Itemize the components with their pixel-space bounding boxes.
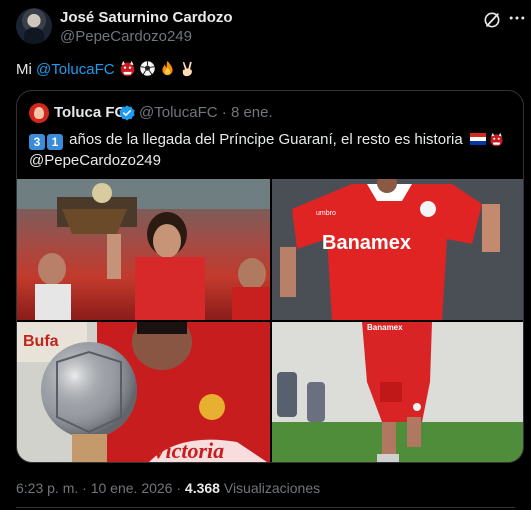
keycap-1-emoji: 1 bbox=[47, 134, 63, 150]
photo-player-jersey[interactable]: Banamex umbro bbox=[272, 179, 523, 320]
meta-separator-2: · bbox=[172, 480, 185, 496]
author-display-name[interactable]: José Saturnino Cardozo bbox=[60, 9, 233, 26]
soccer-ball-emoji bbox=[140, 61, 155, 76]
photo-golden-ball-kiss[interactable]: Bufa Victoria bbox=[17, 322, 270, 463]
ogre-emoji bbox=[120, 60, 135, 77]
grok-icon[interactable] bbox=[482, 10, 502, 30]
post-meta: 6:23 p. m. · 10 ene. 2026 · 4.368 Visual… bbox=[16, 480, 320, 496]
post-time[interactable]: 6:23 p. m. bbox=[16, 480, 78, 496]
quoted-author-meta: @TolucaFC · 8 ene. bbox=[139, 104, 273, 121]
post-text: Mi @TolucaFC bbox=[16, 60, 199, 80]
quoted-post-card[interactable]: Toluca FC @TolucaFC · 8 ene. 31 años de … bbox=[16, 90, 524, 463]
victory-hand-emoji bbox=[182, 61, 192, 77]
jersey-sponsor-text: Victoria bbox=[152, 438, 224, 463]
ogre-emoji bbox=[490, 132, 503, 147]
post-date[interactable]: 10 ene. 2026 bbox=[91, 480, 173, 496]
photo-trophy-celebration[interactable] bbox=[17, 179, 270, 320]
meta-separator: · bbox=[78, 480, 91, 496]
tweet: José Saturnino Cardozo @PepeCardozo249 M… bbox=[0, 0, 531, 510]
divider bbox=[16, 507, 515, 508]
photo-running-illustration: Banamex bbox=[272, 322, 523, 462]
post-mention-link[interactable]: @TolucaFC bbox=[36, 61, 115, 78]
keycap-3-emoji: 3 bbox=[29, 134, 45, 150]
author-handle[interactable]: @PepeCardozo249 bbox=[60, 28, 192, 45]
verified-badge-icon bbox=[119, 105, 135, 121]
jersey-sponsor-text: Banamex bbox=[322, 232, 411, 254]
quoted-author-handle[interactable]: @TolucaFC bbox=[139, 104, 218, 121]
quoted-mention-text[interactable]: @PepeCardozo249 bbox=[29, 152, 161, 169]
quoted-author-name[interactable]: Toluca FC bbox=[54, 104, 125, 121]
quoted-date[interactable]: 8 ene. bbox=[231, 104, 273, 121]
jersey-sponsor-text: Banamex bbox=[367, 323, 403, 332]
photo-jersey-illustration: Banamex umbro bbox=[272, 179, 523, 320]
views-label: Visualizaciones bbox=[219, 480, 321, 496]
background-sign-text: Bufa bbox=[23, 333, 59, 350]
photo-grid: Banamex umbro Bufa Victoria Banamex bbox=[17, 179, 523, 463]
quoted-post-text: 31 años de la llegada del Príncipe Guara… bbox=[29, 129, 509, 171]
quoted-separator: · bbox=[217, 104, 231, 121]
more-options-icon[interactable] bbox=[507, 8, 527, 28]
views-count[interactable]: 4.368 bbox=[185, 480, 220, 496]
fire-emoji bbox=[162, 60, 173, 76]
photo-ball-illustration: Bufa Victoria bbox=[17, 322, 270, 463]
quoted-author-avatar[interactable] bbox=[29, 103, 49, 123]
photo-trophy-illustration bbox=[17, 179, 270, 320]
author-avatar[interactable] bbox=[16, 8, 52, 44]
paraguay-flag-emoji bbox=[469, 133, 486, 145]
post-prefix: Mi bbox=[16, 61, 36, 78]
photo-player-running[interactable]: Banamex bbox=[272, 322, 523, 462]
quoted-body: años de la llegada del Príncipe Guaraní,… bbox=[65, 131, 467, 148]
svg-text:umbro: umbro bbox=[316, 210, 336, 217]
